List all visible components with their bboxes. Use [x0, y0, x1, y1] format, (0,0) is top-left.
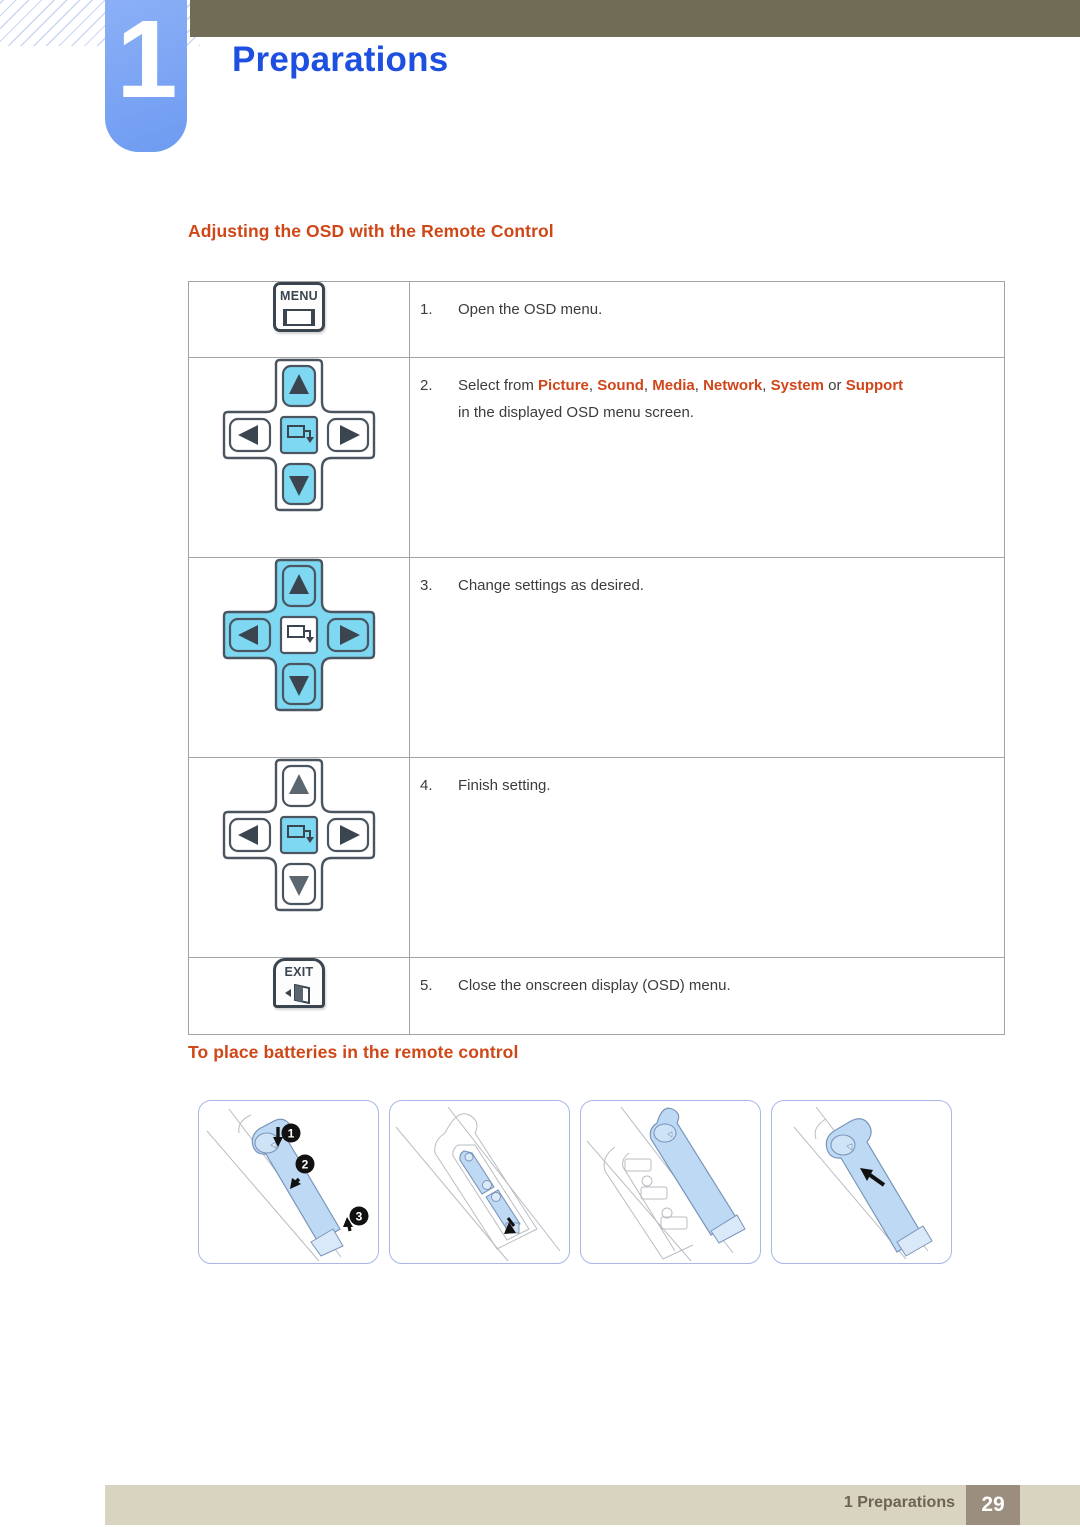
keyword-media: Media: [652, 377, 695, 394]
door-exit-glyph: [284, 983, 314, 1005]
step-text-cell: 3. Change settings as desired.: [409, 557, 1005, 758]
panel-batteries-seated: [580, 1100, 761, 1264]
keyword-network: Network: [703, 377, 763, 394]
step-line: 1. Open the OSD menu.: [420, 296, 994, 323]
menu-button-cell: MENU: [188, 281, 410, 358]
dpad-cell-4: [188, 757, 410, 958]
step-text: Change settings as desired.: [458, 577, 644, 594]
svg-text:3: 3: [356, 1210, 363, 1224]
dpad-enter-icon[interactable]: [214, 758, 384, 916]
dpad-cell-2: [188, 357, 410, 558]
dpad-all-directions-icon[interactable]: [214, 558, 384, 716]
step-number: 2.: [420, 377, 433, 394]
step-number: 4.: [420, 777, 433, 794]
keyword-sound: Sound: [597, 377, 644, 394]
menu-button-icon[interactable]: MENU: [273, 282, 325, 332]
step-line: 3. Change settings as desired.: [420, 572, 994, 599]
step-line: 5. Close the onscreen display (OSD) menu.: [420, 972, 994, 999]
page-title: Preparations: [232, 40, 449, 79]
dpad-up-down-enter-icon[interactable]: [214, 358, 384, 516]
panel-remove-cover: 1 2 3: [198, 1100, 379, 1264]
step-text-prefix: Select from: [458, 377, 539, 394]
dpad-cell-3: [188, 557, 410, 758]
table-row: EXIT 5. Close the onscreen display (OSD) …: [188, 957, 1005, 1035]
exit-button-cell: EXIT: [188, 957, 410, 1035]
step-line: 2. Select from Picture, Sound, Media, Net…: [420, 372, 994, 426]
step-number: 1.: [420, 301, 433, 318]
battery-illustrations: 1 2 3: [198, 1100, 952, 1264]
table-row: MENU 1. Open the OSD menu.: [188, 281, 1005, 358]
osd-steps-table: MENU 1. Open the OSD menu. 2. Select fro…: [188, 281, 1005, 1035]
footer-chapter-label: 1 Preparations: [843, 1494, 955, 1511]
step-text-cell: 1. Open the OSD menu.: [409, 281, 1005, 358]
keyword-support: Support: [845, 377, 904, 394]
step-text-cell: 4. Finish setting.: [409, 757, 1005, 958]
panel-insert-batteries: [389, 1100, 570, 1264]
step-number: 5.: [420, 977, 433, 994]
step-text-second-line: in the displayed OSD menu screen.: [458, 404, 694, 421]
step-text: Finish setting.: [458, 777, 551, 794]
step-text: Close the onscreen display (OSD) menu.: [458, 977, 731, 994]
table-row: 4. Finish setting.: [188, 757, 1005, 958]
exit-button-label: EXIT: [284, 965, 314, 979]
svg-text:2: 2: [302, 1158, 309, 1172]
menu-bars-icon: [283, 309, 315, 326]
manual-page: 1 Preparations Adjusting the OSD with th…: [0, 0, 1080, 1527]
step-text: Open the OSD menu.: [458, 301, 603, 318]
table-row: 2. Select from Picture, Sound, Media, Net…: [188, 357, 1005, 558]
svg-text:1: 1: [288, 1127, 295, 1141]
section-heading-batteries: To place batteries in the remote control: [188, 1042, 519, 1062]
menu-button-label: MENU: [279, 289, 318, 303]
chapter-number-badge: 1: [105, 0, 187, 152]
keyword-system: System: [770, 377, 824, 394]
section-heading-osd: Adjusting the OSD with the Remote Contro…: [188, 221, 554, 241]
page-number: 29: [966, 1485, 1020, 1525]
panel-replace-cover: [771, 1100, 952, 1264]
step-number: 3.: [420, 577, 433, 594]
table-row: 3. Change settings as desired.: [188, 557, 1005, 758]
exit-button-icon[interactable]: EXIT: [273, 958, 325, 1008]
keyword-picture: Picture: [538, 377, 589, 394]
step-text-cell: 5. Close the onscreen display (OSD) menu.: [409, 957, 1005, 1035]
step-line: 4. Finish setting.: [420, 772, 994, 799]
step-text-cell: 2. Select from Picture, Sound, Media, Net…: [409, 357, 1005, 558]
header-bar: [190, 0, 1080, 37]
